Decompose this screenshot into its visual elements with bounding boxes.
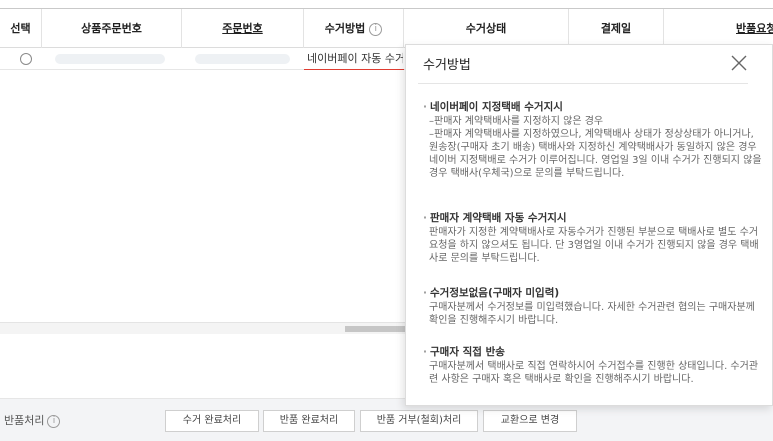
return-process-text: 반품처리 — [4, 414, 45, 427]
return-reject-button[interactable]: 반품 거부(철회)처리 — [360, 410, 478, 432]
column-pickup-status-label: 수거상태 — [465, 22, 507, 35]
change-to-exchange-button[interactable]: 교환으로 변경 — [483, 410, 577, 432]
return-complete-button[interactable]: 반품 완료처리 — [263, 410, 355, 432]
column-select-label: 선택 — [10, 22, 31, 35]
column-pickup-status: 수거상태 — [404, 9, 569, 48]
pickup-complete-button[interactable]: 수거 완료처리 — [165, 410, 259, 432]
return-process-label: 반품처리 i — [4, 410, 61, 432]
column-payment-date-label: 결제일 — [600, 22, 632, 35]
popup-section-seller-pickup: · 판매자 계약택배 자동 수거지시 판매자가 지정한 계약택배사로 자동수거가 … — [423, 212, 763, 265]
section-title: · 네이버페이 지정택배 수거지시 — [423, 101, 563, 113]
pickup-method-value: 네이버페이 자동 수거지시 — [307, 52, 403, 65]
column-pickup-method-label: 수거방법 — [324, 22, 366, 35]
info-icon[interactable]: i — [47, 414, 61, 428]
section-title: · 구매자 직접 반송 — [423, 346, 505, 358]
table-header: 선택 상품주문번호 주문번호 수거방법 i 수거상태 결제일 반품요청 — [0, 8, 773, 48]
popup-title: 수거방법 — [423, 58, 471, 73]
column-return-request-label[interactable]: 반품요청 — [736, 22, 773, 35]
section-title-text: 수거정보없음(구매자 미입력) — [430, 287, 560, 299]
info-icon[interactable]: i — [369, 22, 383, 36]
section-title-text: 판매자 계약택배 자동 수거지시 — [430, 212, 567, 224]
pickup-method-popup: 수거방법 · 네이버페이 지정택배 수거지시 –판매자 계약택배사를 지정하지 않… — [405, 44, 773, 406]
column-pickup-method: 수거방법 i — [304, 9, 404, 48]
section-title: · 수거정보없음(구매자 미입력) — [423, 287, 560, 299]
column-order-no-label[interactable]: 주문번호 — [222, 22, 262, 35]
section-body: 판매자가 지정한 계약택배사로 자동수거가 진행된 부분으로 택배사로 별도 수… — [429, 227, 759, 264]
order-no-redacted — [195, 54, 290, 64]
popup-section-no-info: · 수거정보없음(구매자 미입력) 구매자분께서 수거정보를 미입력했습니다. 자… — [423, 287, 763, 327]
section-body: 구매자분께서 택배사로 직접 연락하시어 수거접수를 진행한 상태입니다. 수거… — [429, 361, 759, 385]
popup-section-buyer-return: · 구매자 직접 반송 구매자분께서 택배사로 직접 연락하시어 수거접수를 진행… — [423, 346, 763, 386]
close-icon[interactable] — [728, 52, 750, 74]
column-product-order-no: 상품주문번호 — [42, 9, 182, 48]
section-title-text: 네이버페이 지정택배 수거지시 — [430, 101, 563, 113]
popup-divider — [418, 83, 748, 84]
column-product-order-no-label: 상품주문번호 — [81, 22, 142, 35]
column-payment-date: 결제일 — [569, 9, 664, 48]
column-order-no[interactable]: 주문번호 — [182, 9, 304, 48]
column-select: 선택 — [0, 9, 42, 48]
section-title-text: 구매자 직접 반송 — [430, 346, 505, 358]
column-return-request[interactable]: 반품요청 — [664, 9, 773, 48]
popup-section-naver-pickup: · 네이버페이 지정택배 수거지시 –판매자 계약택배사를 지정하지 않은 경우 … — [423, 101, 763, 180]
section-body: 구매자분께서 수거정보를 미입력했습니다. 자세한 수거관련 협의는 구매자분께… — [429, 302, 755, 326]
scrollbar-thumb[interactable] — [345, 326, 405, 332]
row-select-radio[interactable] — [20, 53, 32, 65]
product-order-no-redacted — [55, 54, 165, 64]
section-body: –판매자 계약택배사를 지정하지 않은 경우 –판매자 계약택배사를 지정하였으… — [429, 116, 762, 179]
section-title: · 판매자 계약택배 자동 수거지시 — [423, 212, 567, 224]
